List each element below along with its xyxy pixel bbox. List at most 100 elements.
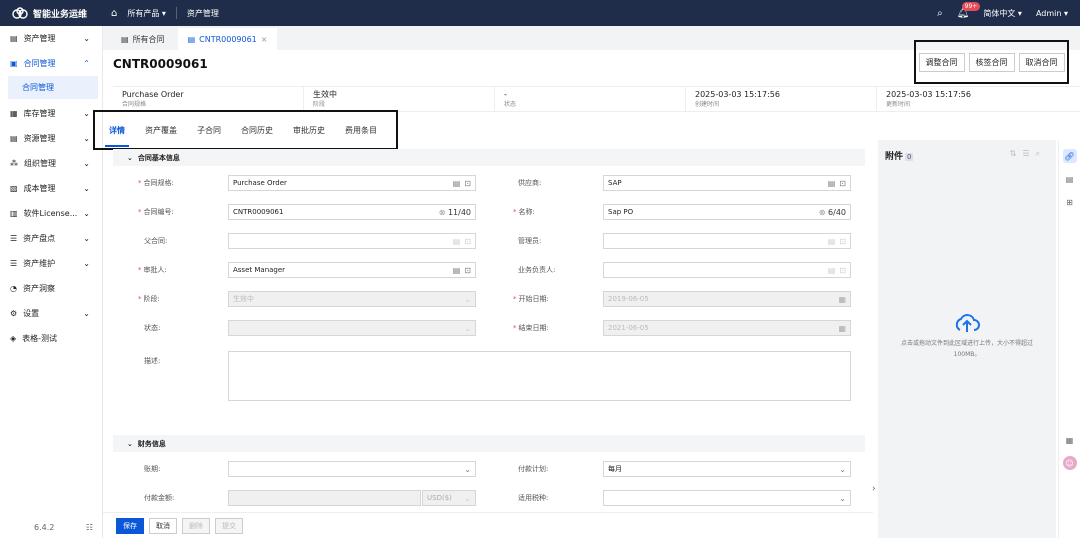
chevron-up-icon: ⌃ <box>83 59 90 68</box>
term-select[interactable]: ⌄ <box>228 461 476 477</box>
name-input[interactable]: Sap PO ⊗ 6/40 <box>603 204 851 220</box>
sidebar-item-license[interactable]: ▥ 软件License... ⌄ <box>0 201 102 226</box>
sidebar-subitem-contract[interactable]: 合同管理 <box>8 76 98 99</box>
tax-select[interactable]: ⌄ <box>603 490 851 506</box>
tab-sub-contracts[interactable]: 子合同 <box>197 121 221 139</box>
sidebar-item-maintenance[interactable]: ☰ 资产维护 ⌄ <box>0 251 102 276</box>
sidebar-item-table-test[interactable]: ◈ 表格-测试 <box>0 326 102 351</box>
name-char-count: 6/40 <box>828 208 846 217</box>
chevron-down-icon: ⌄ <box>839 494 846 503</box>
tab-contract-history[interactable]: 合同历史 <box>241 121 273 139</box>
language-menu[interactable]: 简体中文 ▾ <box>983 8 1022 19</box>
clear-icon: ⊗ <box>818 208 826 217</box>
sidebar-item-org[interactable]: ⁂ 组织管理 ⌄ <box>0 151 102 176</box>
amount-input[interactable] <box>228 490 421 506</box>
cancel-contract-button[interactable]: 取消合同 <box>1018 52 1065 72</box>
start-date-input[interactable]: 2019-06-05 ▦ <box>603 291 851 307</box>
sort-icon[interactable]: ⇅ <box>1010 149 1023 158</box>
lookup-icon: ⊡ <box>464 237 471 246</box>
delete-button[interactable]: 删除 <box>182 517 210 534</box>
inventory-icon: ▦ <box>10 109 18 118</box>
collapse-menu-icon[interactable]: ☷ <box>86 523 93 532</box>
lookup-icon: ⊡ <box>464 266 471 275</box>
brand[interactable]: 智能业务运维 <box>0 7 103 20</box>
collapse-panel-icon[interactable]: › <box>872 484 876 494</box>
cost-icon: ▧ <box>10 184 18 193</box>
right-rail: 🔗︎ ▤ ⊞ ▦ ☺ <box>1058 140 1080 538</box>
end-date-label: * 结束日期: <box>513 324 549 332</box>
stage-select[interactable]: 生效中 ⌄ <box>228 291 476 307</box>
action-buttons: 调整合同 核签合同 取消合同 <box>914 40 1069 84</box>
verify-contract-button[interactable]: 核签合同 <box>968 52 1015 72</box>
supplier-input[interactable]: SAP ▤ ⊡ <box>603 175 851 191</box>
list-view-icon[interactable]: ☰ <box>1022 149 1035 158</box>
detail-tabs: 详情 资产覆盖 子合同 合同历史 审批历史 费用条目 <box>93 110 398 150</box>
attachment-title: 附件 0 <box>885 152 914 162</box>
sidebar-item-resource[interactable]: ▤ 资源管理 ⌄ <box>0 126 102 151</box>
search-icon[interactable]: ⌕ <box>937 8 943 19</box>
stocktake-icon: ☰ <box>10 234 18 243</box>
description-textarea[interactable] <box>228 351 851 401</box>
currency-select[interactable]: USD($) ⌄ <box>422 490 476 506</box>
spec-input[interactable]: Purchase Order ▤ ⊡ <box>228 175 476 191</box>
sidebar-item-asset[interactable]: ▤ 资产管理 ⌄ <box>0 26 102 51</box>
parent-label: 父合同: <box>144 237 168 245</box>
chevron-down-icon: ⌄ <box>83 209 90 218</box>
tab-asset-coverage[interactable]: 资产覆盖 <box>145 121 177 139</box>
sidebar-item-stocktake[interactable]: ☰ 资产盘点 ⌄ <box>0 226 102 251</box>
qr-icon[interactable]: ▦ <box>1063 433 1077 447</box>
summary-bar: Purchase Order 合同规格 生效中 阶段 - 状态 2025-03-03 … <box>113 86 1080 112</box>
user-menu[interactable]: Admin ▾ <box>1036 9 1068 18</box>
search-icon[interactable]: ⌕ <box>1036 149 1046 158</box>
admin-input[interactable]: ▤ ⊡ <box>603 233 851 249</box>
tab-all-contracts[interactable]: ▤ 所有合同 <box>111 28 175 50</box>
attachment-tools: ⇅☰⌕ <box>1010 149 1046 159</box>
assistant-icon[interactable]: ☺ <box>1062 456 1077 470</box>
tab-approval-history[interactable]: 审批历史 <box>293 121 325 139</box>
tax-label: 适用税种: <box>518 494 549 502</box>
sidebar-item-insight[interactable]: ◔ 资产洞察 <box>0 276 102 301</box>
owner-input[interactable]: ▤ ⊡ <box>603 262 851 278</box>
sidebar: ▤ 资产管理 ⌄ ▣ 合同管理 ⌃ 合同管理 ▦ 库存管理 ⌄ ▤ 资源管理 ⌄ ⁂ 组织管理 ⌄ … <box>0 26 103 538</box>
maintenance-icon: ☰ <box>10 259 18 268</box>
sidebar-item-inventory[interactable]: ▦ 库存管理 ⌄ <box>0 101 102 126</box>
chevron-down-icon: ⌄ <box>839 465 846 474</box>
cancel-button[interactable]: 取消 <box>149 517 177 534</box>
tab-contract-detail[interactable]: ▤ CNTR0009061 × <box>177 28 278 50</box>
summary-created: 2025-03-03 15:17:56 创建时间 <box>686 87 877 111</box>
start-date-label: * 开始日期: <box>513 295 549 303</box>
adjust-contract-button[interactable]: 调整合同 <box>918 52 965 72</box>
summary-stage: 生效中 阶段 <box>304 87 495 111</box>
calendar-icon: ▦ <box>838 324 846 333</box>
section-basic-info[interactable]: ⌄ 合同基本信息 <box>113 149 865 166</box>
section-finance-info[interactable]: ⌄ 财务信息 <box>113 435 865 452</box>
admin-label: 管理员: <box>518 237 542 245</box>
attachment-icon[interactable]: 🔗︎ <box>1062 149 1077 163</box>
close-icon[interactable]: × <box>261 35 268 44</box>
relation-icon[interactable]: ⊞ <box>1063 195 1077 209</box>
chevron-down-icon: ⌄ <box>83 134 90 143</box>
payment-plan-select[interactable]: 每月 ⌄ <box>603 461 851 477</box>
bell-icon[interactable]: 🔔︎ 99+ <box>957 1 981 19</box>
document-icon: ▤ <box>121 34 129 44</box>
end-date-input[interactable]: 2021-06-05 ▦ <box>603 320 851 336</box>
summary-updated: 2025-03-03 15:17:56 更新时间 <box>886 90 971 108</box>
upload-dropzone[interactable]: 点击或拖动文件到此区域进行上传，大小不得超过 100MB。 <box>888 312 1046 360</box>
home-icon[interactable]: ⌂ <box>111 8 117 19</box>
status-select[interactable]: ⌄ <box>228 320 476 336</box>
tab-details[interactable]: 详情 <box>105 121 129 147</box>
approver-input[interactable]: Asset Manager ▤ ⊡ <box>228 262 476 278</box>
list-icon: ▤ <box>827 179 836 188</box>
sidebar-item-cost[interactable]: ▧ 成本管理 ⌄ <box>0 176 102 201</box>
amount-label: 付款金额: <box>144 494 175 502</box>
parent-input[interactable]: ▤ ⊡ <box>228 233 476 249</box>
asset-management-link[interactable]: 资产管理 <box>187 8 219 19</box>
submit-button[interactable]: 提交 <box>215 517 243 534</box>
notes-icon[interactable]: ▤ <box>1063 172 1077 186</box>
number-input[interactable]: CNTR0009061 ⊗ 11/40 <box>228 204 476 220</box>
save-button[interactable]: 保存 <box>116 517 144 534</box>
sidebar-item-contract[interactable]: ▣ 合同管理 ⌃ <box>0 51 102 76</box>
tab-cost-items[interactable]: 费用条目 <box>345 121 377 139</box>
all-products-menu[interactable]: 所有产品 ▾ <box>127 8 166 19</box>
sidebar-item-settings[interactable]: ⚙ 设置 ⌄ <box>0 301 102 326</box>
